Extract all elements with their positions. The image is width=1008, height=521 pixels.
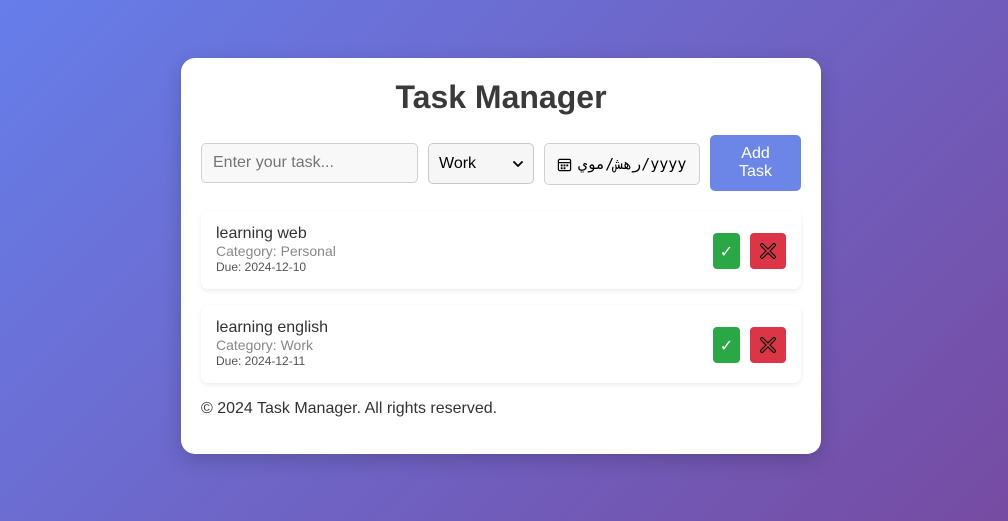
task-input[interactable] [201,143,418,183]
chevron-down-icon [513,160,523,167]
due-date-input[interactable]: رهش/موي/yyyy [544,143,700,185]
category-select[interactable]: Work [428,143,534,184]
task-name: learning web [216,225,307,242]
task-due-date: Due: 2024-12-11 [216,354,306,368]
task-category: Category: Work [216,337,313,353]
complete-task-button[interactable]: ✓ [713,327,740,363]
check-icon: ✓ [719,335,734,355]
cross-icon [760,243,776,259]
category-selected-value: Work [439,154,477,172]
add-task-form: Work رهش/موي/yyyy Add Task [201,135,801,191]
task-due-date: Due: 2024-12-10 [216,260,307,274]
check-icon: ✓ [719,241,734,261]
calendar-icon[interactable] [557,157,572,172]
add-task-label-line2: Task [739,163,772,180]
task-list: learning web Category: Personal Due: 202… [201,211,801,399]
task-manager-card: Task Manager Work رهش/موي/yyyy Add Task [181,58,821,454]
footer-copyright: © 2024 Task Manager. All rights reserved… [201,400,498,417]
task-category: Category: Personal [216,243,336,259]
date-placeholder: رهش/موي/yyyy [578,155,687,173]
delete-task-button[interactable] [750,233,786,269]
add-task-label-line1: Add [741,145,770,162]
complete-task-button[interactable]: ✓ [713,233,740,269]
task-item: learning english Category: Work Due: 202… [201,305,801,383]
add-task-button[interactable]: Add Task [710,135,801,191]
delete-task-button[interactable] [750,327,786,363]
page-title: Task Manager [395,79,607,115]
task-name: learning english [216,319,329,336]
task-item: learning web Category: Personal Due: 202… [201,211,801,289]
cross-icon [760,337,776,353]
